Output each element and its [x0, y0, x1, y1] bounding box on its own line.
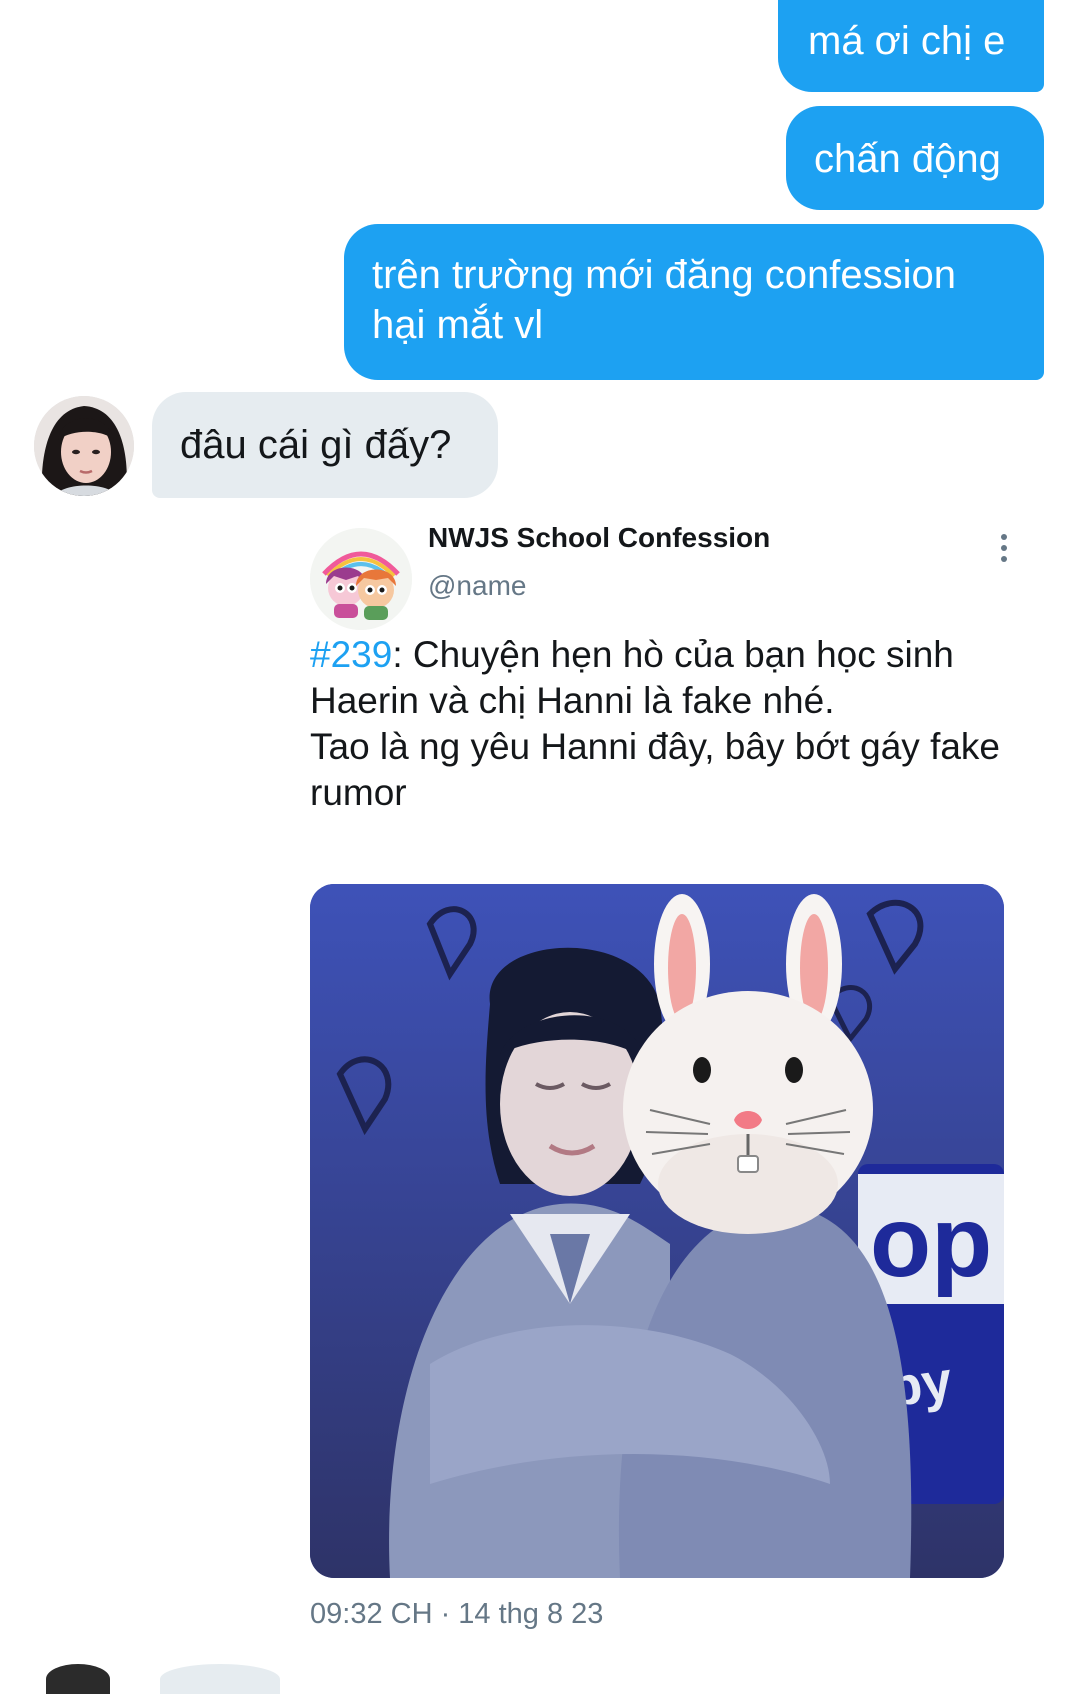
avatar[interactable]: [46, 1664, 110, 1694]
tweet-author-handle[interactable]: @name: [428, 570, 526, 602]
sent-message-bubble[interactable]: trên trường mới đăng confession hại mắt …: [344, 224, 1044, 380]
hashtag-link[interactable]: #239: [310, 634, 392, 675]
message-text-line: trên trường mới đăng confession: [372, 253, 956, 297]
more-vertical-icon[interactable]: [994, 534, 1014, 570]
tweet-text-line: #239: Chuyện hẹn hò của bạn học sinh: [310, 632, 1030, 678]
message-text: chấn động: [814, 137, 1001, 181]
tweet-text-line: Haerin và chị Hanni là fake nhé.: [310, 680, 835, 721]
message-text-line: hại mắt vl: [372, 303, 544, 347]
received-message-bubble[interactable]: đâu cái gì đấy?: [152, 392, 498, 498]
tweet-text-segment: : Chuyện hẹn hò của bạn học sinh: [392, 634, 954, 675]
contact-avatar[interactable]: [34, 396, 134, 496]
photo-sign-text: op: [870, 1186, 992, 1298]
received-message-bubble[interactable]: [160, 1664, 280, 1694]
tweet-author-name[interactable]: NWJS School Confession: [428, 522, 770, 554]
sent-message-bubble[interactable]: chấn động: [786, 106, 1044, 210]
message-text: má ơi chị e: [808, 19, 1006, 63]
tweet-text-line: rumor: [310, 772, 407, 813]
tweet-timestamp: 09:32 CH · 14 thg 8 23: [310, 1598, 604, 1630]
tweet-text: #239: Chuyện hẹn hò của bạn học sinh Hae…: [310, 632, 1030, 816]
tweet-text-line: Tao là ng yêu Hanni đây, bây bớt gáy fak…: [310, 726, 1001, 767]
message-text: đâu cái gì đấy?: [180, 423, 452, 467]
tweet-author-avatar[interactable]: [310, 528, 412, 630]
sent-message-bubble[interactable]: má ơi chị e: [778, 0, 1044, 92]
tweet-photo[interactable]: op by: [310, 884, 1004, 1578]
